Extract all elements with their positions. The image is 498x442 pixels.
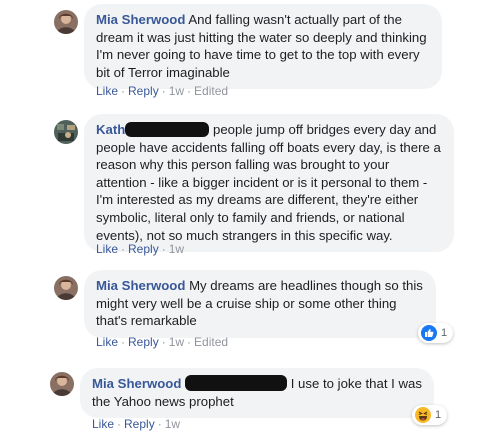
timestamp[interactable]: 1w <box>169 335 184 349</box>
like-link[interactable]: Like <box>96 84 118 98</box>
comment-bubble: Mia Sherwood And falling wasn't actually… <box>84 4 442 90</box>
comment-author[interactable]: Mia Sherwood <box>96 278 185 293</box>
comment-bubble: Mia Sherwood I use to joke that I was th… <box>80 368 434 419</box>
comment-bubble: Mia Sherwood My dreams are headlines tho… <box>84 270 436 338</box>
haha-icon <box>415 407 431 423</box>
comment-actions: Like · Reply · 1w <box>92 417 181 431</box>
comment-author[interactable]: Mia Sherwood <box>96 12 185 27</box>
reply-link[interactable]: Reply <box>128 84 159 98</box>
avatar[interactable] <box>54 10 78 34</box>
timestamp[interactable]: 1w <box>169 84 184 98</box>
reaction-badge[interactable]: 1 <box>418 323 454 343</box>
reaction-badge[interactable]: 1 <box>412 405 448 425</box>
avatar[interactable] <box>54 120 78 144</box>
reply-link[interactable]: Reply <box>124 417 155 431</box>
comment-text: people jump off bridges every day and pe… <box>96 122 441 243</box>
comment-actions: Like · Reply · 1w · Edited <box>96 84 229 98</box>
comment-actions: Like · Reply · 1w · Edited <box>96 335 229 349</box>
avatar[interactable] <box>50 372 74 396</box>
like-link[interactable]: Like <box>96 242 118 256</box>
redaction-block <box>185 375 288 391</box>
reaction-count: 1 <box>441 327 448 339</box>
timestamp[interactable]: 1w <box>165 417 180 431</box>
reply-link[interactable]: Reply <box>128 242 159 256</box>
comment-actions: Like · Reply · 1w <box>96 242 185 256</box>
comment-author[interactable]: Kath <box>96 122 125 137</box>
comment-bubble: Kath people jump off bridges every day a… <box>84 114 454 253</box>
reply-link[interactable]: Reply <box>128 335 159 349</box>
edited-label[interactable]: Edited <box>194 335 228 349</box>
comment-author[interactable]: Mia Sherwood <box>92 376 181 391</box>
avatar[interactable] <box>54 276 78 300</box>
like-link[interactable]: Like <box>92 417 114 431</box>
edited-label[interactable]: Edited <box>194 84 228 98</box>
like-icon <box>421 325 437 341</box>
like-link[interactable]: Like <box>96 335 118 349</box>
reaction-count: 1 <box>435 409 442 421</box>
redaction-block <box>125 122 210 137</box>
timestamp[interactable]: 1w <box>169 242 184 256</box>
